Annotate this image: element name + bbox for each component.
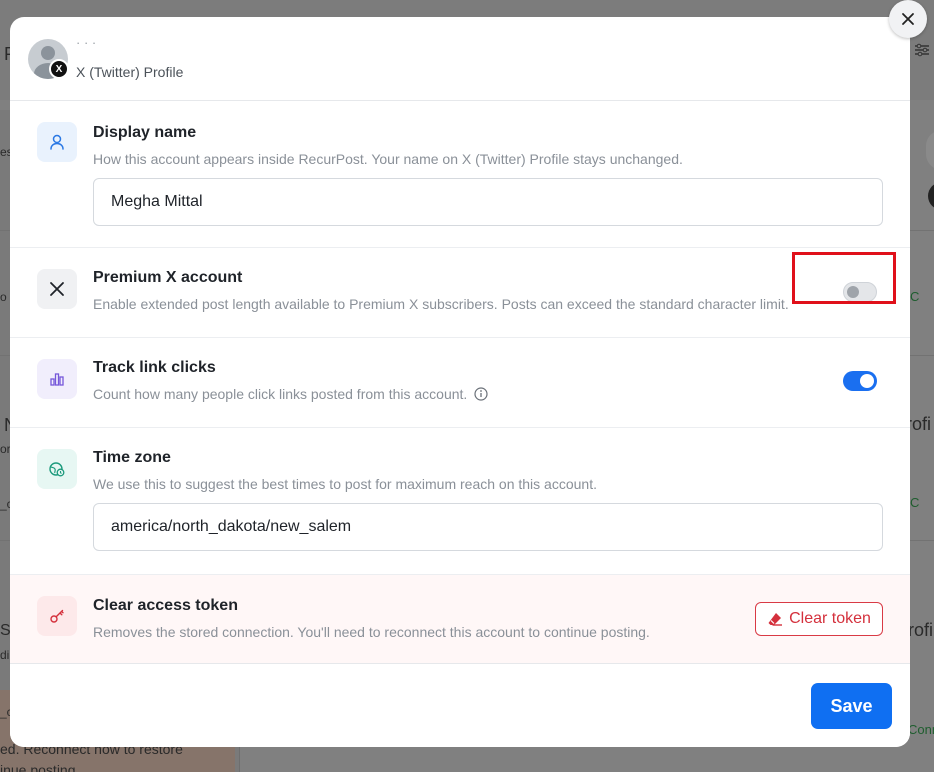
track-clicks-section: Track link clicks Count how many people … (10, 338, 910, 428)
close-icon (902, 13, 914, 25)
display-name-title: Display name (93, 124, 197, 141)
premium-account-section: Premium X account Enable extended post l… (10, 248, 910, 338)
clear-token-button[interactable]: Clear token (755, 602, 883, 636)
profile-type: X (Twitter) Profile (76, 64, 184, 80)
filter-icon (914, 42, 930, 58)
timezone-title: Time zone (93, 449, 171, 466)
background-notice-line: inue posting. (0, 762, 80, 772)
premium-account-title: Premium X account (93, 269, 243, 286)
timezone-input[interactable] (93, 503, 883, 551)
display-name-input[interactable] (93, 178, 883, 226)
x-logo-icon (37, 269, 77, 309)
eraser-icon (768, 613, 783, 626)
clear-token-description: Removes the stored connection. You'll ne… (93, 624, 650, 640)
track-clicks-title: Track link clicks (93, 359, 216, 376)
info-icon[interactable] (474, 387, 488, 404)
display-name-description: How this account appears inside RecurPos… (93, 151, 683, 167)
user-icon (37, 122, 77, 162)
background-avatar-fragment (928, 182, 934, 210)
track-clicks-description: Count how many people click links posted… (93, 386, 488, 404)
save-button[interactable]: Save (811, 683, 892, 729)
key-icon (37, 596, 77, 636)
modal-footer: Save (10, 663, 910, 747)
display-name-section: Display name How this account appears in… (10, 101, 910, 248)
timezone-section: Time zone We use this to suggest the bes… (10, 428, 910, 575)
clear-token-title: Clear access token (93, 597, 238, 614)
account-settings-modal: X · · · X (Twitter) Profile Display name… (10, 17, 910, 747)
background-status: Conn (908, 722, 934, 737)
background-text-fragment: rofi (908, 620, 934, 640)
x-logo-icon: X (49, 59, 69, 79)
track-clicks-toggle[interactable] (843, 371, 877, 391)
clear-token-label: Clear token (789, 610, 871, 627)
timezone-description: We use this to suggest the best times to… (93, 476, 597, 492)
close-modal-button[interactable] (889, 0, 927, 38)
profile-name: · · · (76, 35, 97, 50)
background-text-fragment: o (0, 290, 7, 304)
globe-clock-icon (37, 449, 77, 489)
background-text-fragment: di (0, 648, 10, 662)
bar-chart-icon (37, 359, 77, 399)
background-status: C (910, 289, 920, 304)
highlight-box (792, 252, 896, 304)
premium-account-description: Enable extended post length available to… (93, 296, 789, 312)
modal-header: X · · · X (Twitter) Profile (10, 17, 910, 101)
background-avatar-fragment (926, 130, 934, 170)
background-status: C (910, 495, 920, 510)
